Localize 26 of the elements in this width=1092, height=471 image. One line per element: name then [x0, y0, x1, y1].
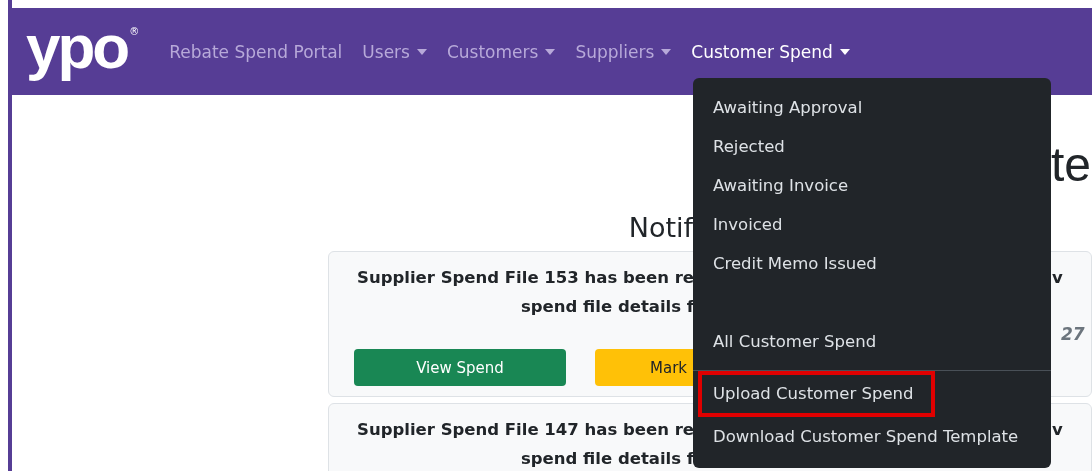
section-heading: Notif — [627, 211, 693, 243]
caret-icon — [416, 48, 427, 55]
notification-text: v — [1052, 267, 1063, 289]
menu-item[interactable]: Invoiced — [693, 205, 1051, 244]
action-button[interactable]: Mark — [595, 349, 694, 386]
menu-item[interactable]: Rejected — [693, 127, 1051, 166]
notification-text: Supplier Spend File 147 has been re — [357, 419, 694, 441]
menu-item[interactable]: Awaiting Invoice — [693, 166, 1051, 205]
notification-text: v — [1052, 419, 1063, 441]
menu-item[interactable]: Download Customer Spend Template — [693, 417, 1051, 456]
menu-item[interactable]: All Customer Spend — [693, 322, 1051, 361]
page-title: te — [1051, 136, 1092, 192]
nav-link[interactable]: Suppliers — [575, 41, 672, 62]
nav-link[interactable]: Customer Spend — [691, 41, 850, 62]
menu-item[interactable]: Credit Memo Issued — [693, 244, 1051, 283]
nav-link[interactable]: Customers — [446, 41, 556, 62]
action-button[interactable]: View Spend — [354, 349, 566, 386]
menu-item[interactable]: Upload Customer Spend — [698, 371, 936, 417]
caret-icon — [839, 48, 850, 55]
nav-link[interactable]: Rebate Spend Portal — [169, 41, 343, 62]
menu-item[interactable]: Awaiting Approval — [693, 88, 1051, 127]
notification-text: Supplier Spend File 153 has been re — [357, 267, 694, 289]
caret-icon — [661, 48, 672, 55]
caret-icon — [545, 48, 556, 55]
notification-time: 27 — [1061, 323, 1086, 346]
nav-link[interactable]: Users — [362, 41, 427, 62]
